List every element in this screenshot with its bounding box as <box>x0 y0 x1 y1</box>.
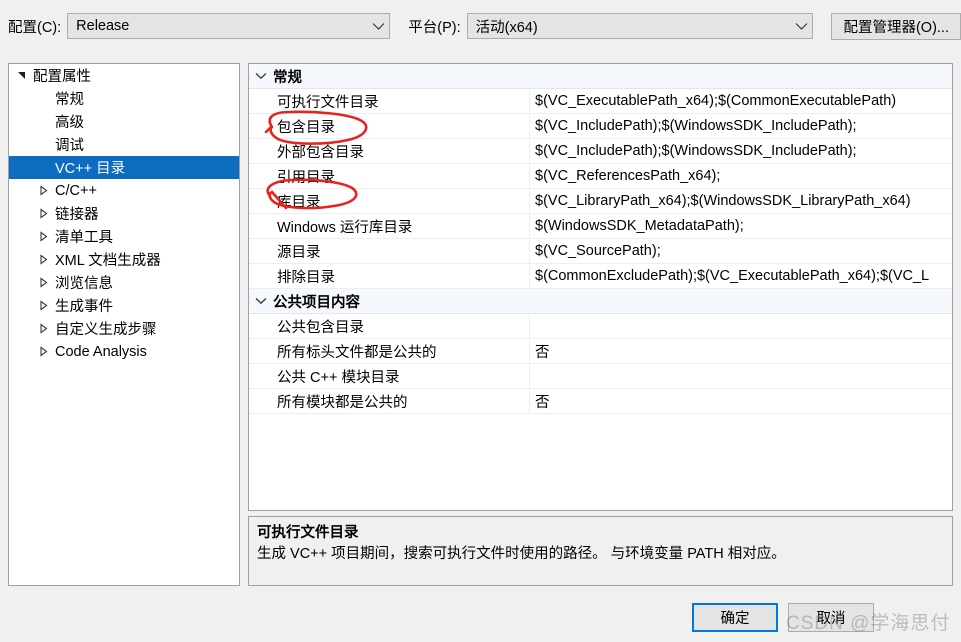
description-title: 可执行文件目录 <box>257 523 942 543</box>
tree-item-6[interactable]: 链接器 <box>9 202 239 225</box>
grid-row-name: 库目录 <box>249 189 530 213</box>
tree-item-12[interactable]: Code Analysis <box>9 340 239 363</box>
tree-item-5[interactable]: C/C++ <box>9 179 239 202</box>
grid-row-value[interactable]: $(VC_ReferencesPath_x64); <box>530 164 952 188</box>
triangle-down-icon[interactable] <box>9 70 33 81</box>
grid-category-header[interactable]: 公共项目内容 <box>249 289 952 314</box>
grid-row[interactable]: 库目录$(VC_LibraryPath_x64);$(WindowsSDK_Li… <box>249 189 952 214</box>
description-text: 生成 VC++ 项目期间，搜索可执行文件时使用的路径。 与环境变量 PATH 相… <box>257 544 942 565</box>
configuration-toolbar: 配置(C): Release 平台(P): 活动(x64) 配置管理器(O)..… <box>0 0 961 52</box>
triangle-right-icon[interactable] <box>31 323 55 334</box>
grid-row[interactable]: 包含目录$(VC_IncludePath);$(WindowsSDK_Inclu… <box>249 114 952 139</box>
tree-item-9[interactable]: 浏览信息 <box>9 271 239 294</box>
grid-row-value[interactable]: $(VC_IncludePath);$(WindowsSDK_IncludePa… <box>530 139 952 163</box>
tree-item-7[interactable]: 清单工具 <box>9 225 239 248</box>
tree-item-label: 高级 <box>55 111 84 132</box>
triangle-right-icon[interactable] <box>31 231 55 242</box>
grid-row[interactable]: 外部包含目录$(VC_IncludePath);$(WindowsSDK_Inc… <box>249 139 952 164</box>
grid-row-value[interactable]: $(VC_ExecutablePath_x64);$(CommonExecuta… <box>530 89 952 113</box>
grid-row-value[interactable]: 否 <box>530 339 952 363</box>
description-pane: 可执行文件目录 生成 VC++ 项目期间，搜索可执行文件时使用的路径。 与环境变… <box>248 516 953 586</box>
configuration-manager-button[interactable]: 配置管理器(O)... <box>831 13 961 40</box>
tree-item-10[interactable]: 生成事件 <box>9 294 239 317</box>
grid-row-value[interactable]: $(CommonExcludePath);$(VC_ExecutablePath… <box>530 264 952 288</box>
grid-row-value[interactable]: $(VC_SourcePath); <box>530 239 952 263</box>
cancel-button[interactable]: 取消 <box>788 603 874 632</box>
grid-row[interactable]: 可执行文件目录$(VC_ExecutablePath_x64);$(Common… <box>249 89 952 114</box>
tree-item-label: 配置属性 <box>33 65 91 86</box>
grid-row-name: 源目录 <box>249 239 530 263</box>
tree-item-label: C/C++ <box>55 183 97 199</box>
chevron-down-icon <box>367 22 389 31</box>
grid-row-value[interactable] <box>530 314 952 338</box>
tree-item-label: XML 文档生成器 <box>55 249 161 270</box>
grid-row[interactable]: 所有标头文件都是公共的否 <box>249 339 952 364</box>
grid-row[interactable]: 源目录$(VC_SourcePath); <box>249 239 952 264</box>
grid-category-title: 常规 <box>273 66 302 87</box>
grid-row-name: 排除目录 <box>249 264 530 288</box>
tree-item-label: 清单工具 <box>55 226 113 247</box>
triangle-right-icon[interactable] <box>31 208 55 219</box>
tree-item-label: 自定义生成步骤 <box>55 318 157 339</box>
grid-row-value[interactable]: $(VC_IncludePath);$(WindowsSDK_IncludePa… <box>530 114 952 138</box>
grid-category-header[interactable]: 常规 <box>249 64 952 89</box>
tree-item-3[interactable]: 调试 <box>9 133 239 156</box>
grid-row-name: 所有模块都是公共的 <box>249 389 530 413</box>
chevron-down-icon[interactable] <box>249 72 273 80</box>
grid-category-title: 公共项目内容 <box>273 291 360 312</box>
triangle-right-icon[interactable] <box>31 346 55 357</box>
platform-label: 平台(P): <box>408 16 460 37</box>
tree-item-8[interactable]: XML 文档生成器 <box>9 248 239 271</box>
grid-row-name: Windows 运行库目录 <box>249 214 530 238</box>
grid-row-name: 公共包含目录 <box>249 314 530 338</box>
grid-row[interactable]: 公共包含目录 <box>249 314 952 339</box>
chevron-down-icon <box>790 22 812 31</box>
grid-row[interactable]: 所有模块都是公共的否 <box>249 389 952 414</box>
tree-item-2[interactable]: 高级 <box>9 110 239 133</box>
triangle-right-icon[interactable] <box>31 300 55 311</box>
tree-item-0[interactable]: 配置属性 <box>9 64 239 87</box>
grid-row-name: 可执行文件目录 <box>249 89 530 113</box>
grid-row-name: 外部包含目录 <box>249 139 530 163</box>
ok-button[interactable]: 确定 <box>692 603 778 632</box>
tree-item-label: 浏览信息 <box>55 272 113 293</box>
configuration-label: 配置(C): <box>8 16 61 37</box>
grid-row-name: 包含目录 <box>249 114 530 138</box>
tree-item-label: 链接器 <box>55 203 99 224</box>
grid-row-name: 公共 C++ 模块目录 <box>249 364 530 388</box>
grid-row-value[interactable]: $(VC_LibraryPath_x64);$(WindowsSDK_Libra… <box>530 189 952 213</box>
grid-row-value[interactable]: $(WindowsSDK_MetadataPath); <box>530 214 952 238</box>
grid-row[interactable]: 公共 C++ 模块目录 <box>249 364 952 389</box>
configuration-dropdown-value: Release <box>68 18 367 34</box>
tree-item-label: 调试 <box>55 134 84 155</box>
tree-item-label: 常规 <box>55 88 84 109</box>
tree-item-label: Code Analysis <box>55 344 147 360</box>
tree-item-1[interactable]: 常规 <box>9 87 239 110</box>
chevron-down-icon[interactable] <box>249 297 273 305</box>
tree-item-label: 生成事件 <box>55 295 113 316</box>
configuration-dropdown[interactable]: Release <box>67 13 390 39</box>
property-tree[interactable]: 配置属性常规高级调试VC++ 目录 C/C++ 链接器清单工具XML 文档生成器浏览… <box>8 63 240 586</box>
tree-item-11[interactable]: 自定义生成步骤 <box>9 317 239 340</box>
grid-row[interactable]: Windows 运行库目录$(WindowsSDK_MetadataPath); <box>249 214 952 239</box>
triangle-right-icon[interactable] <box>31 185 55 196</box>
platform-dropdown[interactable]: 活动(x64) <box>467 13 814 39</box>
property-grid[interactable]: 常规可执行文件目录$(VC_ExecutablePath_x64);$(Comm… <box>248 63 953 511</box>
tree-item-4[interactable]: VC++ 目录 <box>9 156 239 179</box>
grid-row-value[interactable]: 否 <box>530 389 952 413</box>
platform-dropdown-value: 活动(x64) <box>468 16 791 37</box>
grid-row[interactable]: 引用目录$(VC_ReferencesPath_x64); <box>249 164 952 189</box>
triangle-right-icon[interactable] <box>31 254 55 265</box>
triangle-right-icon[interactable] <box>31 277 55 288</box>
grid-row-name: 引用目录 <box>249 164 530 188</box>
grid-row-name: 所有标头文件都是公共的 <box>249 339 530 363</box>
tree-item-label: VC++ 目录 <box>55 157 125 178</box>
grid-row[interactable]: 排除目录$(CommonExcludePath);$(VC_Executable… <box>249 264 952 289</box>
grid-row-value[interactable] <box>530 364 952 388</box>
